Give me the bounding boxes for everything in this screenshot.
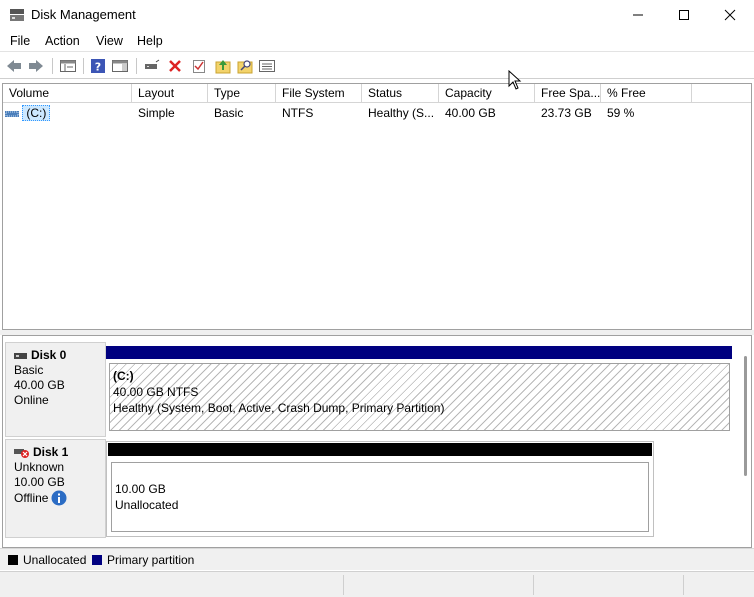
legend-label-primary: Primary partition <box>107 553 195 567</box>
disk-0-partition-area: (C:) 40.00 GB NTFS Healthy (System, Boot… <box>106 346 732 433</box>
disk-graphical-view: Disk 0 Basic 40.00 GB Online (C:) 40.00 … <box>2 335 752 548</box>
close-button[interactable] <box>707 0 753 30</box>
legend-primary-partition: Primary partition <box>92 553 194 567</box>
forward-button[interactable] <box>27 57 45 75</box>
unallocated-bar <box>108 443 652 456</box>
col-type[interactable]: Type <box>208 84 276 103</box>
cell-type: Basic <box>214 106 244 120</box>
export-button[interactable] <box>214 57 232 75</box>
info-icon[interactable] <box>51 490 67 506</box>
disk-1-label[interactable]: Disk 1 Unknown 10.00 GB Offline <box>5 439 106 538</box>
close-icon <box>724 9 736 21</box>
show-hide-action-pane-icon <box>112 60 128 72</box>
disk-0-label[interactable]: Disk 0 Basic 40.00 GB Online <box>5 342 106 437</box>
legend-unallocated: Unallocated <box>8 553 86 567</box>
export-icon <box>215 60 231 74</box>
disk-1-size: 10.00 GB <box>14 475 65 489</box>
cell-percent-free: 59 % <box>607 106 635 120</box>
legend-swatch-unallocated <box>8 555 18 565</box>
disk-1-type: Unknown <box>14 460 65 474</box>
legend: Unallocated Primary partition <box>0 548 754 570</box>
back-icon <box>7 60 21 72</box>
menu-file[interactable]: File <box>10 34 30 48</box>
disk-0-size: 40.00 GB <box>14 378 65 392</box>
col-status[interactable]: Status <box>362 84 439 103</box>
find-icon <box>237 60 253 74</box>
minimize-button[interactable] <box>615 0 661 30</box>
back-button[interactable] <box>5 57 23 75</box>
disk-management-icon <box>10 9 24 21</box>
volume-name: (C:) <box>22 105 51 121</box>
list-view-button[interactable] <box>258 57 276 75</box>
window-title: Disk Management <box>31 7 136 22</box>
mouse-cursor-icon <box>508 70 522 90</box>
volume-icon <box>5 110 19 117</box>
disk-0-state: Online <box>14 393 49 407</box>
connect-virtual-disk-icon <box>145 59 160 69</box>
list-view-icon <box>259 60 275 72</box>
svg-text:?: ? <box>95 61 101 74</box>
graph-scrollbar-thumb[interactable] <box>744 356 747 476</box>
menu-view[interactable]: View <box>96 34 123 48</box>
help-button[interactable]: ? <box>89 57 107 75</box>
unallocated-size: 10.00 GB <box>115 482 166 496</box>
menu-help[interactable]: Help <box>137 34 163 48</box>
disk-0-name: Disk 0 <box>31 348 67 362</box>
partition-c-size: 40.00 GB NTFS <box>113 385 199 399</box>
unallocated-status: Unallocated <box>115 498 179 512</box>
unallocated-region[interactable]: 10.00 GB Unallocated <box>111 462 649 532</box>
maximize-button[interactable] <box>661 0 707 30</box>
cell-status: Healthy (S... <box>368 106 435 120</box>
connect-virtual-disk-button[interactable] <box>143 57 161 75</box>
cell-capacity: 40.00 GB <box>445 106 496 120</box>
show-hide-action-pane-button[interactable] <box>111 57 129 75</box>
disk-1-name-row: Disk 1 <box>14 445 105 460</box>
maximize-icon <box>679 10 689 20</box>
status-bar <box>0 571 754 597</box>
title-bar: Disk Management <box>0 0 754 30</box>
col-layout[interactable]: Layout <box>132 84 208 103</box>
disk-0-name-row: Disk 0 <box>14 348 105 363</box>
disk-icon <box>14 352 27 359</box>
disk-1-name: Disk 1 <box>33 445 69 459</box>
col-volume[interactable]: Volume <box>3 84 132 103</box>
legend-label-unallocated: Unallocated <box>23 553 87 567</box>
col-free-space[interactable]: Free Spa... <box>535 84 601 103</box>
help-icon: ? <box>91 59 105 74</box>
cell-volume: (C:) <box>3 104 132 122</box>
col-percent-free[interactable]: % Free <box>601 84 692 103</box>
primary-partition-bar <box>106 346 732 359</box>
properties-icon <box>193 60 205 73</box>
legend-swatch-primary <box>92 555 102 565</box>
partition-c-label: (C:) <box>113 369 134 383</box>
disk-1-partition-area: 10.00 GB Unallocated <box>106 441 654 537</box>
partition-c[interactable]: (C:) 40.00 GB NTFS Healthy (System, Boot… <box>109 363 730 431</box>
minimize-icon <box>633 14 643 16</box>
disk-offline-icon <box>14 448 29 458</box>
forward-icon <box>29 60 43 72</box>
disk-1-state-row: Offline <box>14 490 105 506</box>
col-file-system[interactable]: File System <box>276 84 362 103</box>
cell-file-system: NTFS <box>282 106 314 120</box>
disk-1-state: Offline <box>14 490 49 505</box>
properties-button[interactable] <box>190 57 208 75</box>
menu-bar: File Action View Help <box>0 30 754 52</box>
delete-icon <box>169 60 181 72</box>
volume-list: Volume Layout Type File System Status Ca… <box>2 83 752 330</box>
disk-0-type: Basic <box>14 363 44 377</box>
console-tree-icon <box>60 60 76 72</box>
toolbar: ? <box>0 53 754 79</box>
find-button[interactable] <box>236 57 254 75</box>
console-tree-button[interactable] <box>59 57 77 75</box>
cell-free-space: 23.73 GB <box>541 106 592 120</box>
cell-layout: Simple <box>138 106 175 120</box>
graph-scrollbar[interactable] <box>741 346 749 521</box>
partition-c-status: Healthy (System, Boot, Active, Crash Dum… <box>113 401 445 415</box>
volume-list-header: Volume Layout Type File System Status Ca… <box>3 84 751 103</box>
delete-button[interactable] <box>166 57 184 75</box>
table-row[interactable]: (C:) Simple Basic NTFS Healthy (S... 40.… <box>3 104 751 122</box>
menu-action[interactable]: Action <box>45 34 80 48</box>
